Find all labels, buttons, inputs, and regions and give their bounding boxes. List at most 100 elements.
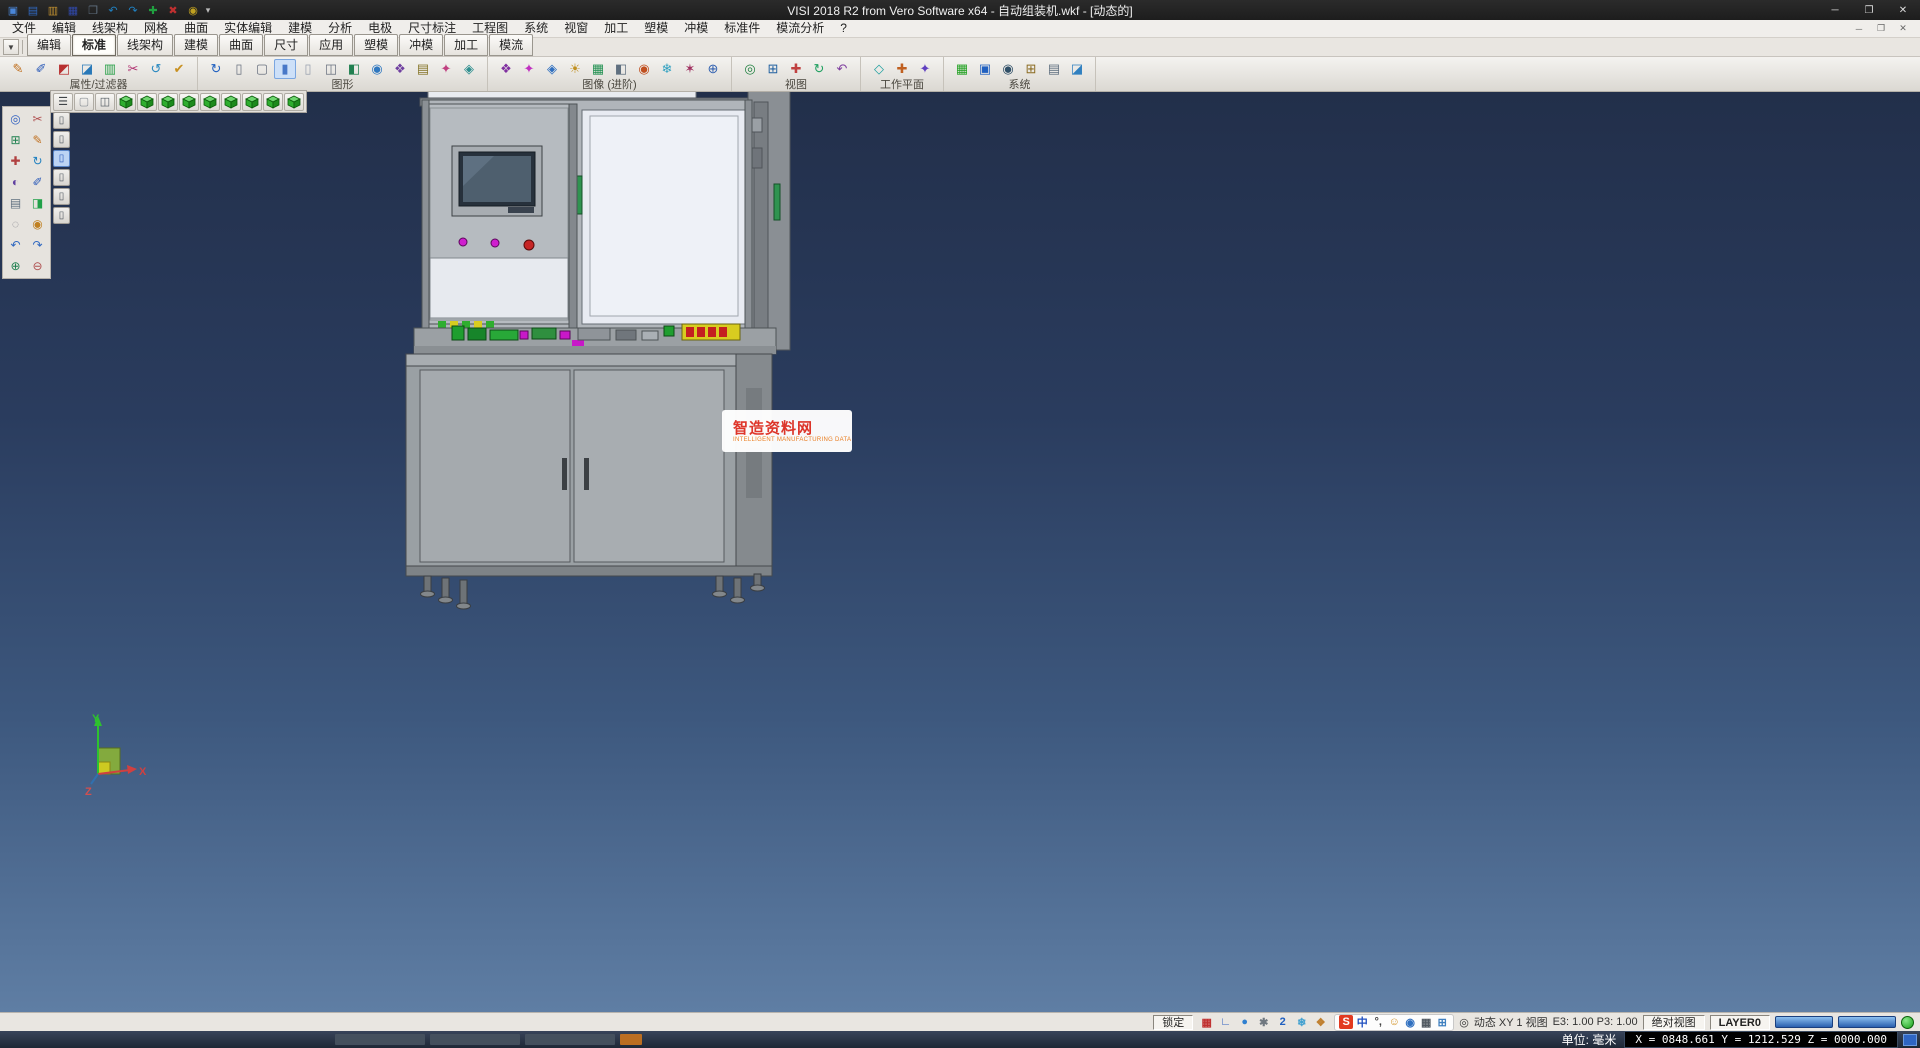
cad-options-icon[interactable]: ◪ <box>1066 59 1088 79</box>
print-icon[interactable]: ❐ <box>84 2 102 18</box>
globe-icon[interactable]: ◉ <box>997 59 1019 79</box>
calculator-icon[interactable]: ⊞ <box>1020 59 1042 79</box>
quality-display-icon[interactable]: ◉ <box>366 59 388 79</box>
open-file-icon[interactable]: ▥ <box>44 2 62 18</box>
history-redo-icon[interactable]: ↷ <box>27 235 48 255</box>
zoom-all-icon[interactable]: ◎ <box>739 59 761 79</box>
edges-display-icon[interactable]: ◫ <box>320 59 342 79</box>
ime-keyboard-icon[interactable]: ▦ <box>1419 1015 1433 1029</box>
sogou-logo-icon[interactable]: S <box>1339 1015 1353 1029</box>
menu-item[interactable]: 冲模 <box>676 20 716 37</box>
shadow-icon[interactable]: ◧ <box>610 59 632 79</box>
effects-icon[interactable]: ✶ <box>679 59 701 79</box>
filter-trim-icon[interactable]: ✂ <box>122 59 144 79</box>
menu-item[interactable]: ? <box>832 20 855 37</box>
background-icon[interactable]: ▦ <box>587 59 609 79</box>
zoom-window-icon[interactable]: ⊞ <box>762 59 784 79</box>
mirror-entity-icon[interactable]: ◐ <box>5 172 26 192</box>
delete-entity-icon[interactable]: ✖ <box>164 2 182 18</box>
front-view-icon[interactable] <box>179 93 199 111</box>
workplane-origin-icon[interactable]: ✚ <box>891 59 913 79</box>
lock-toggle[interactable]: 锁定 <box>1153 1015 1193 1030</box>
grid-settings-icon[interactable]: ▤ <box>1043 59 1065 79</box>
maximize-button[interactable]: ❐ <box>1852 0 1886 20</box>
workflow-tab[interactable]: 曲面 <box>219 34 263 56</box>
minimize-button[interactable]: ─ <box>1818 0 1852 20</box>
snap-toggle-icon[interactable]: ▦ <box>1198 1014 1215 1030</box>
layer-manager-icon[interactable]: ▤ <box>5 193 26 213</box>
top-view-icon[interactable] <box>158 93 178 111</box>
child-close-button[interactable]: ✕ <box>1892 21 1914 36</box>
transparent-display-icon[interactable]: ▯ <box>297 59 319 79</box>
left-view-icon[interactable] <box>221 93 241 111</box>
redo-icon[interactable]: ↷ <box>124 2 142 18</box>
shaded-display-icon[interactable]: ▮ <box>274 59 296 79</box>
filter-wireframe-icon[interactable]: ▥ <box>99 59 121 79</box>
viewport-layout-icon[interactable]: ◫ <box>95 93 115 111</box>
menu-item[interactable]: 加工 <box>596 20 636 37</box>
refresh-snow-icon[interactable]: ❄ <box>1293 1014 1310 1030</box>
view-filter-2-icon[interactable]: ▯ <box>53 131 70 148</box>
workflow-tab[interactable]: 加工 <box>444 34 488 56</box>
render-mode-icon[interactable]: ◈ <box>458 59 480 79</box>
material-icon[interactable]: ✦ <box>518 59 540 79</box>
view-filter-4-icon[interactable]: ▯ <box>53 169 70 186</box>
viewport-3d[interactable]: 智造资料网 INTELLIGENT MANUFACTURING DATA Y X… <box>0 92 1920 1012</box>
workflow-tab[interactable]: 塑模 <box>354 34 398 56</box>
iso-view-icon[interactable] <box>116 93 136 111</box>
snap-grid-icon[interactable]: ⊞ <box>5 130 26 150</box>
regenerate-icon[interactable]: ↻ <box>205 59 227 79</box>
settings-gear-icon[interactable]: ✱ <box>1255 1014 1272 1030</box>
workplane-icon[interactable]: ◇ <box>868 59 890 79</box>
iso-back-view-icon[interactable] <box>137 93 157 111</box>
close-button[interactable]: ✕ <box>1886 0 1920 20</box>
view-cube-icon[interactable]: ❖ <box>1312 1014 1329 1030</box>
render-image-icon[interactable]: ❖ <box>495 59 517 79</box>
taskbar-item-2[interactable] <box>430 1034 520 1045</box>
shading-options-icon[interactable]: ▢ <box>74 93 94 111</box>
workflow-tab[interactable]: 线架构 <box>117 34 173 56</box>
pan-view-icon[interactable]: ✚ <box>785 59 807 79</box>
osnap-ball-icon[interactable]: ● <box>1236 1014 1253 1030</box>
filter-solid-icon[interactable]: ◩ <box>53 59 75 79</box>
child-restore-button[interactable]: ❐ <box>1870 21 1892 36</box>
active-layer-field[interactable]: LAYER0 <box>1710 1015 1770 1030</box>
annotate-icon[interactable]: ✐ <box>27 172 48 192</box>
view-filter-5-icon[interactable]: ▯ <box>53 188 70 205</box>
view-filter-1-icon[interactable]: ▯ <box>53 112 70 129</box>
history-undo-icon[interactable]: ↶ <box>5 235 26 255</box>
view-menu-icon[interactable]: ☰ <box>53 93 73 111</box>
workflow-tab[interactable]: 尺寸 <box>264 34 308 56</box>
color-picker-icon[interactable]: ◨ <box>27 193 48 213</box>
filter-surface-icon[interactable]: ◪ <box>76 59 98 79</box>
attribute-edit-icon[interactable]: ✎ <box>7 59 29 79</box>
quick-access-dropdown-icon[interactable]: ▾ <box>202 5 214 16</box>
lighting-icon[interactable]: ☀ <box>564 59 586 79</box>
color-table-icon[interactable]: ▦ <box>951 59 973 79</box>
dynamic-view-icon[interactable] <box>284 93 304 111</box>
child-minimize-button[interactable]: ─ <box>1848 21 1870 36</box>
rotate-view-icon[interactable]: ↻ <box>808 59 830 79</box>
wireframe-display-icon[interactable]: ▯ <box>228 59 250 79</box>
workflow-tab[interactable]: 建模 <box>174 34 218 56</box>
help-assist-icon[interactable]: 2 <box>1274 1014 1291 1030</box>
display-settings-icon[interactable]: ▣ <box>974 59 996 79</box>
coordinate-mode-chip[interactable] <box>1903 1034 1917 1046</box>
filter-apply-icon[interactable]: ✔ <box>168 59 190 79</box>
rotate-entity-icon[interactable]: ↻ <box>27 151 48 171</box>
add-entity-icon[interactable]: ✚ <box>144 2 162 18</box>
ime-lang-icon[interactable]: 中 <box>1355 1015 1369 1029</box>
multi-window-icon[interactable]: ❖ <box>389 59 411 79</box>
taskbar-item-3[interactable] <box>525 1034 615 1045</box>
ortho-toggle-icon[interactable]: ∟ <box>1217 1014 1234 1030</box>
trim-entity-icon[interactable]: ✂ <box>27 109 48 129</box>
save-icon[interactable]: ▦ <box>64 2 82 18</box>
options-icon[interactable]: ◉ <box>184 2 202 18</box>
ime-toolbox-icon[interactable]: ⊞ <box>1435 1015 1449 1029</box>
undo-icon[interactable]: ↶ <box>104 2 122 18</box>
zoom-in-icon[interactable]: ⊕ <box>5 256 26 276</box>
back-view-icon[interactable] <box>242 93 262 111</box>
menu-item[interactable]: 模流分析 <box>768 20 832 37</box>
attribute-match-icon[interactable]: ✐ <box>30 59 52 79</box>
view-filter-6-icon[interactable]: ▯ <box>53 207 70 224</box>
